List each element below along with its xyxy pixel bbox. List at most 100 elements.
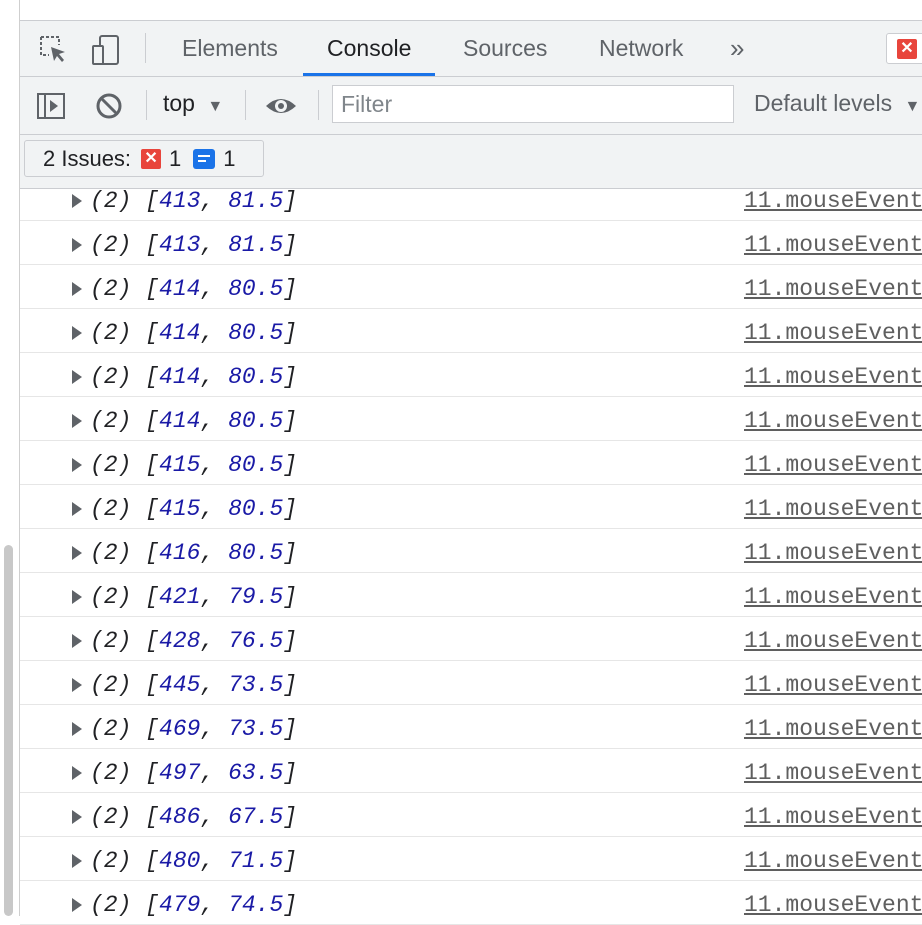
array-length-prefix: (2) [90,540,132,566]
console-log-row[interactable]: (2) [413, 81.5] 11.mouseEvent [20,187,922,221]
expand-triangle-icon[interactable] [72,194,82,208]
source-link[interactable]: 11.mouseEvent [744,891,922,919]
info-message-icon [193,148,216,169]
array-x-value: 480 [159,848,201,874]
array-length-prefix: (2) [90,408,132,434]
log-array-value: (2) [413, 81.5] [90,188,298,214]
log-array-value: (2) [413, 81.5] [90,232,298,258]
expand-triangle-icon[interactable] [72,502,82,516]
console-log-row[interactable]: (2) [414, 80.5] 11.mouseEvent [20,397,922,441]
filter-input[interactable] [332,85,734,123]
log-levels-dropdown[interactable]: Default levels ▼ [754,90,920,117]
page-scrollbar-thumb[interactable] [4,545,13,916]
source-link[interactable]: 11.mouseEvent [744,407,922,435]
issues-button[interactable]: 2 Issues: ✕ 1 1 [24,140,264,177]
array-y-value: 79.5 [228,584,284,610]
array-y-value: 80.5 [228,276,284,302]
expand-triangle-icon[interactable] [72,810,82,824]
source-link[interactable]: 11.mouseEvent [744,231,922,259]
array-length-prefix: (2) [90,848,132,874]
array-x-value: 479 [159,892,201,918]
array-x-value: 469 [159,716,201,742]
tab-elements[interactable]: Elements [178,21,282,76]
array-x-value: 413 [159,188,201,214]
inspect-element-icon[interactable] [38,34,68,69]
console-log-row[interactable]: (2) [469, 73.5] 11.mouseEvent [20,705,922,749]
source-link[interactable]: 11.mouseEvent [744,451,922,479]
console-log-row[interactable]: (2) [415, 80.5] 11.mouseEvent [20,441,922,485]
console-log-row[interactable]: (2) [428, 76.5] 11.mouseEvent [20,617,922,661]
console-log-row[interactable]: (2) [414, 80.5] 11.mouseEvent [20,353,922,397]
array-x-value: 415 [159,496,201,522]
close-devtools-button[interactable]: ✕ [886,33,922,64]
source-link[interactable]: 11.mouseEvent [744,671,922,699]
source-link[interactable]: 11.mouseEvent [744,495,922,523]
array-x-value: 445 [159,672,201,698]
console-log-row[interactable]: (2) [414, 80.5] 11.mouseEvent [20,309,922,353]
array-x-value: 415 [159,452,201,478]
console-log-row[interactable]: (2) [413, 81.5] 11.mouseEvent [20,221,922,265]
source-link[interactable]: 11.mouseEvent [744,759,922,787]
context-selector[interactable]: top ▼ [163,90,223,117]
console-log-row[interactable]: (2) [480, 71.5] 11.mouseEvent [20,837,922,881]
expand-triangle-icon[interactable] [72,678,82,692]
console-log-row[interactable]: (2) [414, 80.5] 11.mouseEvent [20,265,922,309]
source-link[interactable]: 11.mouseEvent [744,539,922,567]
expand-triangle-icon[interactable] [72,238,82,252]
tab-network[interactable]: Network [595,21,687,76]
console-log-row[interactable]: (2) [497, 63.5] 11.mouseEvent [20,749,922,793]
source-link[interactable]: 11.mouseEvent [744,275,922,303]
more-tabs-chevron-icon[interactable]: » [726,21,748,76]
array-y-value: 71.5 [228,848,284,874]
expand-triangle-icon[interactable] [72,634,82,648]
console-log-row[interactable]: (2) [416, 80.5] 11.mouseEvent [20,529,922,573]
source-link[interactable]: 11.mouseEvent [744,627,922,655]
source-link[interactable]: 11.mouseEvent [744,715,922,743]
array-length-prefix: (2) [90,804,132,830]
array-length-prefix: (2) [90,892,132,918]
array-y-value: 73.5 [228,716,284,742]
array-length-prefix: (2) [90,716,132,742]
error-badge-icon: ✕ [141,148,162,169]
log-array-value: (2) [415, 80.5] [90,496,298,522]
source-link[interactable]: 11.mouseEvent [744,847,922,875]
expand-triangle-icon[interactable] [72,854,82,868]
expand-triangle-icon[interactable] [72,282,82,296]
log-array-value: (2) [414, 80.5] [90,364,298,390]
source-link[interactable]: 11.mouseEvent [744,187,922,215]
tab-sources[interactable]: Sources [459,21,551,76]
log-array-value: (2) [421, 79.5] [90,584,298,610]
expand-triangle-icon[interactable] [72,370,82,384]
console-log-row[interactable]: (2) [415, 80.5] 11.mouseEvent [20,485,922,529]
chevron-down-icon: ▼ [904,98,921,115]
array-y-value: 76.5 [228,628,284,654]
devtools-tab-bar: Elements Console Sources Network » ✕ [20,21,922,77]
clear-console-icon[interactable] [94,91,124,126]
source-link[interactable]: 11.mouseEvent [744,319,922,347]
console-log-row[interactable]: (2) [486, 67.5] 11.mouseEvent [20,793,922,837]
array-length-prefix: (2) [90,496,132,522]
live-expression-eye-icon[interactable] [264,91,298,126]
expand-triangle-icon[interactable] [72,590,82,604]
expand-triangle-icon[interactable] [72,326,82,340]
source-link[interactable]: 11.mouseEvent [744,803,922,831]
expand-triangle-icon[interactable] [72,546,82,560]
tab-bar-separator [145,33,146,63]
expand-triangle-icon[interactable] [72,722,82,736]
expand-triangle-icon[interactable] [72,766,82,780]
console-log-row[interactable]: (2) [421, 79.5] 11.mouseEvent [20,573,922,617]
source-link[interactable]: 11.mouseEvent [744,583,922,611]
console-sidebar-icon[interactable] [36,91,66,126]
source-link[interactable]: 11.mouseEvent [744,363,922,391]
console-log-row[interactable]: (2) [479, 74.5] 11.mouseEvent [20,881,922,925]
console-log-row[interactable]: (2) [445, 73.5] 11.mouseEvent [20,661,922,705]
array-x-value: 414 [159,320,201,346]
device-toolbar-icon[interactable] [90,34,122,71]
expand-triangle-icon[interactable] [72,458,82,472]
array-y-value: 73.5 [228,672,284,698]
array-x-value: 416 [159,540,201,566]
expand-triangle-icon[interactable] [72,898,82,912]
expand-triangle-icon[interactable] [72,414,82,428]
tab-console[interactable]: Console [302,21,436,76]
array-length-prefix: (2) [90,584,132,610]
